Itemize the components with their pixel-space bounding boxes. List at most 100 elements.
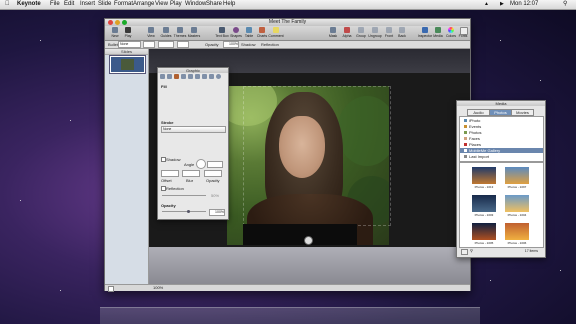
chart-tab-icon[interactable] [202,74,207,79]
wifi-icon[interactable]: ▲ [484,0,489,9]
search-field-icon[interactable]: ⚲ [470,248,473,254]
volume-icon[interactable]: ▶ [500,0,504,9]
photo-thumbnail[interactable]: Photos - 1004 [505,195,529,217]
thumbnail-image [472,195,496,212]
library-item-last-import[interactable]: Last Import [460,154,543,159]
graphic-tab-icon[interactable] [174,74,179,79]
slide-dark-band [243,224,357,245]
library-item-mobileme[interactable]: MobileMe Gallery [460,148,543,153]
opacity-field[interactable]: 100% [223,41,239,48]
library-item-places[interactable]: Places [460,142,543,147]
text-tab-icon[interactable] [188,74,193,79]
menu-window[interactable]: Window [185,0,206,9]
toolbar-label: Back [398,34,406,38]
shadow-blur-field[interactable] [182,170,200,177]
thumbnail-image [505,167,529,184]
library-item-events[interactable]: Events [460,124,543,129]
apple-menu-icon[interactable]:  [5,0,10,9]
star [20,200,21,201]
search-icon[interactable]: ⚲ [563,0,567,9]
menu-file[interactable]: File [50,0,60,9]
zoom-button[interactable] [122,20,127,25]
menu-help[interactable]: Help [223,0,235,9]
menu-slide[interactable]: Slide [98,0,111,9]
fonts-button[interactable]: Fonts [457,27,469,39]
opacity-value-field[interactable]: 100% [209,209,225,216]
library-item-photos[interactable]: Photos [460,130,543,135]
inspector-title[interactable]: Graphic [158,68,228,73]
thumbnail-image [472,167,496,184]
star [560,270,561,271]
media-title[interactable]: Media [457,101,545,106]
photos-icon [464,131,467,135]
quicktime-tab-icon[interactable] [216,74,221,79]
stroke-popup[interactable] [158,41,174,48]
opacity-slider[interactable] [162,211,206,212]
menu-edit[interactable]: Edit [64,0,74,9]
menu-view[interactable]: View [155,0,168,9]
opacity-small-label: Opacity [206,178,220,183]
library-item-faces[interactable]: Faces [460,136,543,141]
photo-thumbnail[interactable]: Photos - 1005 [472,223,496,245]
minimize-button[interactable] [115,20,120,25]
opacity-slider-knob[interactable] [187,210,190,213]
photo-thumbnail[interactable]: Photos - 1003 [472,195,496,217]
thumbnail-image [472,223,496,240]
slide-tab-icon[interactable] [167,74,172,79]
photos-tab[interactable]: Photos [489,109,512,116]
slide-thumbnail[interactable] [109,55,146,74]
audio-tab[interactable]: Audio [467,109,490,116]
back-icon [399,27,405,33]
graphic-inspector: Graphic Fill Stroke None Shadow Angle Of… [157,67,229,220]
navigator-toggle-icon[interactable] [108,286,114,292]
view-button[interactable]: View [145,27,157,39]
slide-navigator: Slides [105,49,149,284]
masters-button[interactable]: Masters [188,27,200,39]
toolbar-label: Comment [268,34,284,38]
zoom-level[interactable]: 100% [153,285,163,291]
play-preview-icon[interactable] [461,249,468,255]
photo-thumbnail[interactable]: Photos - 1013 [472,167,496,189]
places-icon [464,143,467,147]
menu-clock[interactable]: Mon 12:07 [510,0,538,9]
menu-format[interactable]: Format [114,0,133,9]
menu-share[interactable]: Share [206,0,222,9]
document-tab-icon[interactable] [160,74,165,79]
fill-well[interactable] [143,41,155,48]
shadow-checkbox-label[interactable]: Shadow [241,41,255,48]
iphoto-icon [464,119,467,123]
reflection-value[interactable]: 50% [211,193,219,198]
angle-field[interactable] [207,161,223,168]
movies-tab[interactable]: Movies [511,109,534,116]
menu-play[interactable]: Play [170,0,182,9]
reflection-slider[interactable] [162,195,206,196]
angle-wheel[interactable] [196,159,206,169]
reflection-checkbox-label[interactable]: Reflection [261,41,279,48]
photo-thumbnail[interactable]: Photos - 1097 [505,167,529,189]
library-item-iphoto[interactable]: iPhoto [460,118,543,123]
photo-caption: Photos - 1004 [507,213,527,217]
metrics-tab-icon[interactable] [181,74,186,79]
table-tab-icon[interactable] [195,74,200,79]
back-button[interactable]: Back [396,27,408,39]
line-width-field[interactable] [177,41,189,48]
close-button[interactable] [108,20,113,25]
photo-caption: Photos - 1097 [507,185,527,189]
photo-thumbnail[interactable]: Photos - 1006 [505,223,529,245]
link-tab-icon[interactable] [209,74,214,79]
shadow-offset-field[interactable] [161,170,179,177]
menu-app-name[interactable]: Keynote [17,0,41,9]
list-item-label: MobileMe Gallery [469,148,501,153]
stroke-type-popup[interactable]: None [161,126,226,133]
list-item-label: iPhoto [469,118,481,123]
menu-arrange[interactable]: Arrange [133,0,154,9]
comment-button[interactable]: Comment [268,27,284,39]
play-button[interactable]: Play [122,27,134,39]
media-library-list: iPhoto Events Photos Faces Places Mobile… [459,116,544,162]
window-title-bar[interactable]: Meet The Family [105,19,470,26]
menu-insert[interactable]: Insert [80,0,95,9]
shadow-opacity-field[interactable] [204,170,222,177]
colors-icon [448,27,454,33]
bullet-popup[interactable]: None [118,41,141,48]
blur-label: Blur [186,178,194,183]
